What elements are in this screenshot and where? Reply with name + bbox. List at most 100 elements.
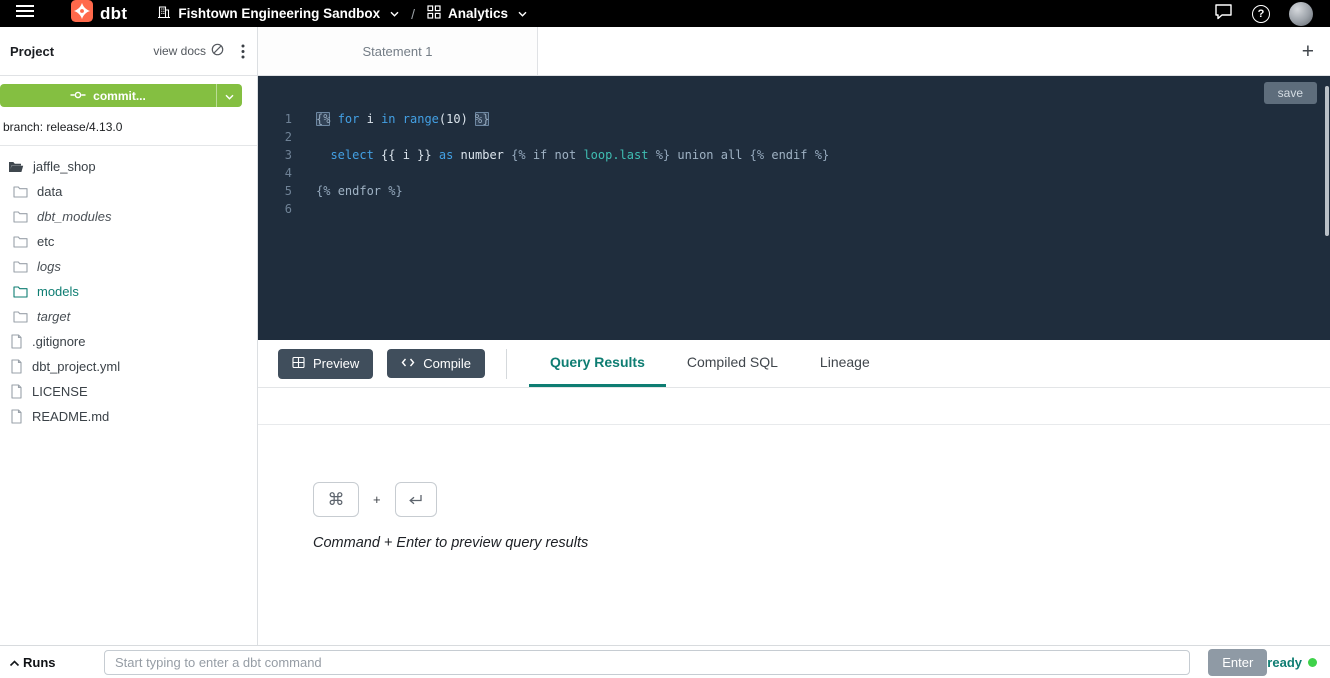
tree-item-models[interactable]: models <box>0 279 257 304</box>
code-brackets-icon <box>401 356 415 371</box>
tree-item-label: models <box>37 284 79 299</box>
chevron-down-icon <box>225 88 234 103</box>
account-label: Fishtown Engineering Sandbox <box>178 6 380 21</box>
line-number: 5 <box>258 182 292 200</box>
account-selector[interactable]: Fishtown Engineering Sandbox <box>157 5 399 22</box>
code-line: 6 <box>258 200 1330 218</box>
file-tree: jaffle_shopdata dbt_modulesetc logs models t… <box>0 146 257 645</box>
results-subheader <box>258 388 1330 425</box>
tree-item-license[interactable]: LICENSE <box>0 379 257 404</box>
results-content: ⌘ + Command + Enter to preview query res… <box>258 425 1330 645</box>
code-line: 1{% for i in range(10) %} <box>258 110 1330 128</box>
compile-button-label: Compile <box>423 356 471 371</box>
code-line: 4 <box>258 164 1330 182</box>
help-icon: ? <box>1252 5 1270 23</box>
enter-key-icon <box>395 482 437 517</box>
editor-scrollbar-thumb[interactable] <box>1325 86 1329 236</box>
line-number: 6 <box>258 200 292 218</box>
preview-button-label: Preview <box>313 356 359 371</box>
tree-item-label: README.md <box>32 409 109 424</box>
project-selector[interactable]: Analytics <box>427 5 527 22</box>
file-icon <box>10 334 23 349</box>
chat-button[interactable] <box>1214 3 1233 25</box>
commit-icon <box>70 89 86 103</box>
results-tab-compiled-sql[interactable]: Compiled SQL <box>666 340 799 387</box>
project-panel-title: Project <box>10 44 54 59</box>
line-number: 4 <box>258 164 292 182</box>
tree-item-dbt-project-yml[interactable]: dbt_project.yml <box>0 354 257 379</box>
file-icon <box>10 359 23 374</box>
enter-button[interactable]: Enter <box>1208 649 1267 676</box>
command-bar: Runs Enter ready <box>0 645 1330 678</box>
tree-item-etc[interactable]: etc <box>0 229 257 254</box>
tree-item-label: LICENSE <box>32 384 88 399</box>
docs-circle-slash-icon <box>211 43 224 59</box>
code-lines: 1{% for i in range(10) %}23 select {{ i … <box>258 76 1330 218</box>
tree-item-dbt-modules[interactable]: dbt_modules <box>0 204 257 229</box>
building-icon <box>157 5 171 22</box>
code-line: 3 select {{ i }} as number {% if not loo… <box>258 146 1330 164</box>
dbt-logo-icon <box>71 0 93 27</box>
tree-item-data[interactable]: data <box>0 179 257 204</box>
tab-statement-1[interactable]: Statement 1 <box>258 27 538 75</box>
hamburger-icon <box>15 4 35 23</box>
tree-item-label: dbt_project.yml <box>32 359 120 374</box>
help-button[interactable]: ? <box>1252 5 1270 23</box>
tree-item-target[interactable]: target <box>0 304 257 329</box>
project-label: Analytics <box>448 6 508 21</box>
command-input[interactable] <box>104 650 1190 675</box>
commit-controls: commit... <box>0 84 242 107</box>
code-editor[interactable]: save 1{% for i in range(10) %}23 select … <box>258 76 1330 340</box>
commit-button[interactable]: commit... <box>0 84 216 107</box>
tree-item-readme-md[interactable]: README.md <box>0 404 257 429</box>
preview-button[interactable]: Preview <box>278 349 373 379</box>
shortcut-hint: Command + Enter to preview query results <box>313 535 1330 551</box>
chevron-down-icon <box>390 11 399 17</box>
compile-button[interactable]: Compile <box>387 349 485 378</box>
folder-icon <box>13 285 28 298</box>
folder-icon <box>13 210 28 223</box>
tree-item-label: data <box>37 184 62 199</box>
results-tabs: Query ResultsCompiled SQLLineage <box>529 340 891 387</box>
avatar[interactable] <box>1289 2 1313 26</box>
folder-icon <box>13 310 28 323</box>
chat-icon <box>1214 3 1233 25</box>
tree-item-label: jaffle_shop <box>33 159 96 174</box>
chevron-up-icon <box>9 655 20 670</box>
tree-item-label: dbt_modules <box>37 209 111 224</box>
commit-dropdown-button[interactable] <box>216 84 242 107</box>
status-indicator: ready <box>1267 655 1317 670</box>
line-number: 3 <box>258 146 292 164</box>
view-docs-label: view docs <box>153 44 206 58</box>
preview-grid-icon <box>292 356 305 372</box>
tree-item-label: target <box>37 309 70 324</box>
tree-item-jaffle-shop[interactable]: jaffle_shop <box>0 154 257 179</box>
sidebar: Project view docs commit... <box>0 27 258 645</box>
save-button[interactable]: save <box>1264 82 1317 104</box>
kebab-menu-button[interactable] <box>241 44 245 59</box>
chevron-down-icon <box>518 11 527 17</box>
toolbar-divider <box>506 349 507 379</box>
tree-item-label: etc <box>37 234 54 249</box>
hamburger-menu-button[interactable] <box>9 0 41 27</box>
folder-icon <box>13 185 28 198</box>
results-toolbar: Preview Compile Query ResultsCompiled SQ… <box>258 340 1330 388</box>
breadcrumb-separator: / <box>411 6 415 22</box>
runs-label: Runs <box>23 655 56 670</box>
tree-item-label: .gitignore <box>32 334 85 349</box>
plus-separator: + <box>373 492 381 507</box>
new-tab-button[interactable]: + <box>1302 41 1314 62</box>
tree-item-logs[interactable]: logs <box>0 254 257 279</box>
tree-item-gitignore[interactable]: .gitignore <box>0 329 257 354</box>
view-docs-link[interactable]: view docs <box>153 43 224 59</box>
runs-toggle[interactable]: Runs <box>9 655 104 670</box>
tab-label: Statement 1 <box>362 44 432 59</box>
sidebar-header: Project view docs <box>0 27 257 76</box>
editor-tabbar: Statement 1 + <box>258 27 1330 76</box>
results-tab-query-results[interactable]: Query Results <box>529 340 666 387</box>
results-tab-lineage[interactable]: Lineage <box>799 340 891 387</box>
main-panel: Statement 1 + save 1{% for i in range(10… <box>258 27 1330 645</box>
command-key-icon: ⌘ <box>313 482 359 517</box>
topbar: dbt Fishtown Engineering Sandbox / Analy… <box>0 0 1330 27</box>
dbt-logo[interactable]: dbt <box>71 0 127 27</box>
